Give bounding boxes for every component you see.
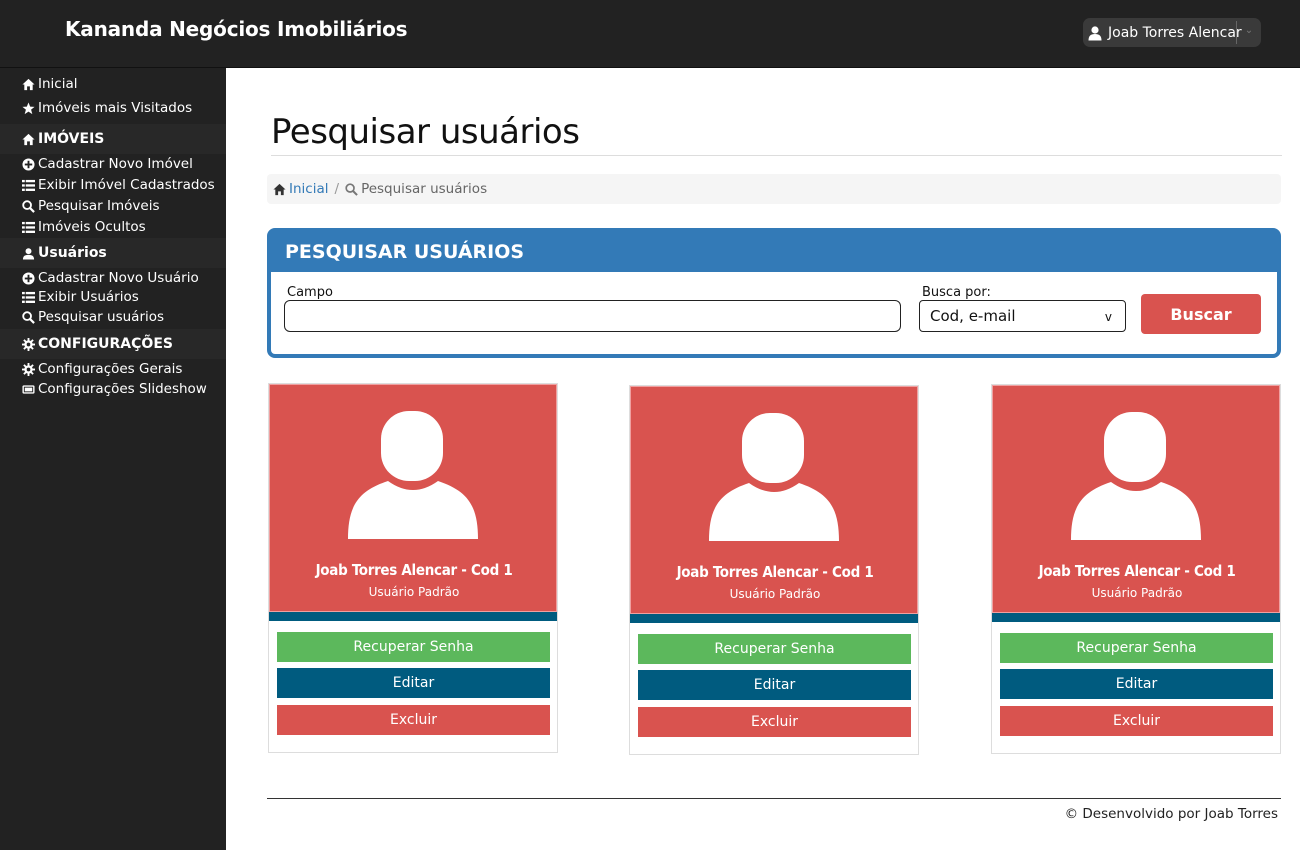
user-card-name: Joab Torres Alencar - Cod 1 [676, 563, 874, 581]
top-navbar: Kananda Negócios Imobiliários Joab Torre… [0, 0, 1300, 68]
sidebar-item-inicial[interactable]: Inicial [22, 76, 78, 92]
sidebar-heading-imoveis[interactable]: IMÓVEIS [0, 124, 226, 154]
sidebar-item-label: Cadastrar Novo Usuário [38, 270, 199, 286]
sidebar: Inicial Imóveis mais Visitados IMÓVEIS C… [0, 68, 226, 850]
home-icon [273, 183, 286, 195]
campo-input[interactable] [284, 300, 901, 332]
sidebar-item-label: Imóveis mais Visitados [38, 100, 193, 116]
list-icon [22, 179, 35, 191]
sidebar-item-label: Imóveis Ocultos [38, 219, 146, 235]
sidebar-heading-configuracoes[interactable]: CONFIGURAÇÕES [0, 329, 226, 359]
search-panel-title: PESQUISAR USUÁRIOS [271, 232, 1277, 272]
page-title: Pesquisar usuários [271, 112, 580, 152]
sidebar-item-pesquisar-usuarios[interactable]: Pesquisar usuários [22, 309, 164, 325]
sidebar-heading-label: CONFIGURAÇÕES [38, 336, 173, 352]
user-menu-button[interactable]: Joab Torres Alencar ⌄ [1083, 18, 1261, 47]
plus-circle-icon [22, 157, 35, 171]
search-icon [22, 199, 35, 213]
user-name: Joab Torres Alencar [1108, 24, 1242, 41]
search-icon [345, 182, 358, 196]
sidebar-item-label: Inicial [38, 76, 78, 92]
user-card-name: Joab Torres Alencar - Cod 1 [1038, 562, 1236, 580]
chevron-down-icon[interactable]: ⌄ [1240, 25, 1258, 39]
sidebar-item-cadastrar-usuario[interactable]: Cadastrar Novo Usuário [22, 270, 199, 286]
sidebar-item-label: Exibir Usuários [38, 289, 139, 305]
busca-por-selected: Cod, e-mail [930, 307, 1016, 325]
gear-icon [22, 362, 35, 376]
user-icon [22, 247, 35, 260]
sidebar-heading-label: IMÓVEIS [38, 131, 105, 147]
sidebar-item-label: Pesquisar Imóveis [38, 198, 160, 214]
sidebar-item-label: Exibir Imóvel Cadastrados [38, 177, 215, 193]
user-icon [1087, 25, 1103, 41]
search-icon [22, 310, 35, 324]
gear-icon [22, 337, 35, 351]
breadcrumb-separator: / [334, 181, 340, 197]
sidebar-item-configuracoes-slideshow[interactable]: Configurações Slideshow [22, 381, 207, 397]
list-icon [22, 221, 35, 233]
user-card-header: Joab Torres Alencar - Cod 1 Usuário Padr… [992, 385, 1280, 613]
breadcrumb-current: Pesquisar usuários [361, 181, 488, 197]
title-divider [271, 155, 1282, 156]
user-card: Joab Torres Alencar - Cod 1 Usuário Padr… [629, 385, 919, 755]
plus-circle-icon [22, 271, 35, 285]
user-card-header: Joab Torres Alencar - Cod 1 Usuário Padr… [269, 384, 557, 612]
sidebar-heading-usuarios[interactable]: Usuários [0, 238, 226, 268]
user-avatar-icon [709, 413, 839, 541]
home-icon [22, 133, 35, 145]
delete-button[interactable]: Excluir [1000, 706, 1273, 736]
recover-password-button[interactable]: Recuperar Senha [638, 634, 911, 664]
sidebar-item-imoveis-visitados[interactable]: Imóveis mais Visitados [22, 100, 192, 116]
user-card-name: Joab Torres Alencar - Cod 1 [315, 561, 513, 579]
sidebar-item-label: Cadastrar Novo Imóvel [38, 156, 193, 172]
star-icon [22, 101, 35, 114]
user-card: Joab Torres Alencar - Cod 1 Usuário Padr… [268, 383, 558, 753]
sidebar-item-cadastrar-imovel[interactable]: Cadastrar Novo Imóvel [22, 156, 193, 172]
busca-por-select[interactable]: Cod, e-mail v [919, 300, 1126, 332]
list-icon [22, 291, 35, 303]
delete-button[interactable]: Excluir [277, 705, 550, 735]
buscar-button[interactable]: Buscar [1141, 294, 1261, 334]
recover-password-button[interactable]: Recuperar Senha [277, 632, 550, 662]
sidebar-item-pesquisar-imoveis[interactable]: Pesquisar Imóveis [22, 198, 160, 214]
dropdown-divider [1236, 21, 1237, 44]
sidebar-item-imoveis-ocultos[interactable]: Imóveis Ocultos [22, 219, 146, 235]
user-avatar-icon [348, 411, 478, 539]
slideshow-icon [22, 384, 35, 394]
sidebar-item-exibir-usuarios[interactable]: Exibir Usuários [22, 289, 139, 305]
breadcrumb: Inicial / Pesquisar usuários [267, 174, 1281, 204]
sidebar-item-label: Configurações Gerais [38, 361, 183, 377]
user-card-role: Usuário Padrão [368, 585, 460, 599]
footer-divider [267, 798, 1281, 799]
sidebar-item-configuracoes-gerais[interactable]: Configurações Gerais [22, 361, 182, 377]
recover-password-button[interactable]: Recuperar Senha [1000, 633, 1273, 663]
user-card-role: Usuário Padrão [1091, 586, 1183, 600]
user-card-divider [269, 612, 557, 621]
campo-label: Campo [287, 285, 333, 300]
sidebar-heading-label: Usuários [38, 245, 107, 261]
user-card-divider [992, 613, 1280, 622]
search-panel: PESQUISAR USUÁRIOS Campo Busca por: Cod,… [267, 228, 1281, 358]
user-card: Joab Torres Alencar - Cod 1 Usuário Padr… [991, 384, 1281, 754]
sidebar-item-exibir-imovel[interactable]: Exibir Imóvel Cadastrados [22, 177, 215, 193]
delete-button[interactable]: Excluir [638, 707, 911, 737]
breadcrumb-home-link[interactable]: Inicial [289, 181, 329, 197]
user-card-header: Joab Torres Alencar - Cod 1 Usuário Padr… [630, 386, 918, 614]
edit-button[interactable]: Editar [638, 670, 911, 700]
home-icon [22, 78, 35, 90]
user-card-role: Usuário Padrão [729, 587, 821, 601]
chevron-down-icon: v [1104, 310, 1112, 324]
user-card-divider [630, 614, 918, 623]
edit-button[interactable]: Editar [277, 668, 550, 698]
edit-button[interactable]: Editar [1000, 669, 1273, 699]
footer-credits: © Desenvolvido por Joab Torres [1064, 806, 1278, 822]
busca-por-label: Busca por: [922, 285, 991, 300]
sidebar-item-label: Pesquisar usuários [38, 309, 165, 325]
brand-title[interactable]: Kananda Negócios Imobiliários [65, 17, 408, 41]
sidebar-item-label: Configurações Slideshow [38, 381, 207, 397]
user-avatar-icon [1071, 412, 1201, 540]
